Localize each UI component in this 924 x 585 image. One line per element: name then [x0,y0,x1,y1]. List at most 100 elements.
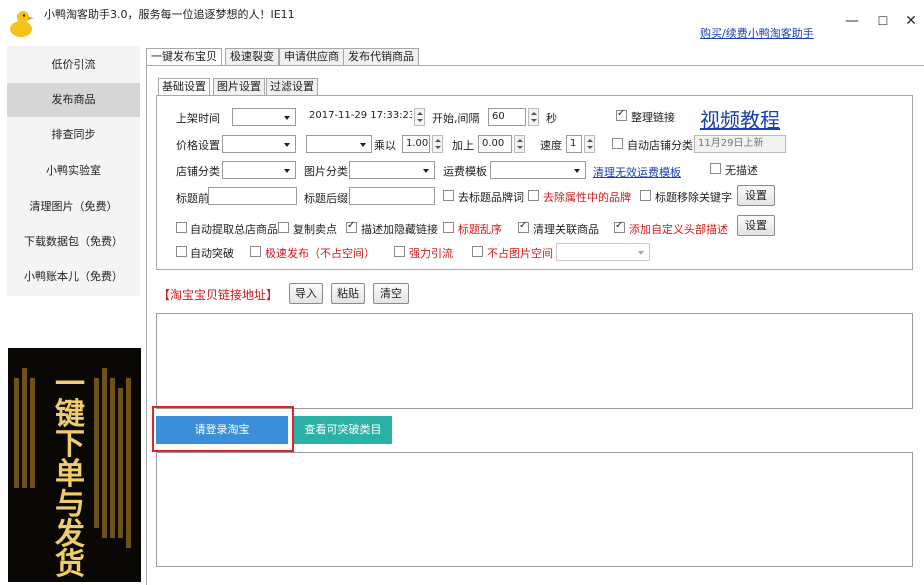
custom-header-desc-label: 添加自定义头部描述 [629,223,728,236]
list-time-label: 上架时间 [176,112,220,125]
clean-related-checkbox[interactable] [518,220,529,233]
remove-brand-attr-checkbox[interactable] [528,190,539,201]
price-mode-select[interactable] [306,135,372,153]
paste-button[interactable]: 粘贴 [331,283,365,304]
buy-renew-link[interactable]: 购买/续费小鸭淘客助手 [700,25,814,41]
organize-links-checkbox[interactable] [616,108,627,121]
taobao-url-textarea[interactable] [156,313,913,409]
speed-label: 速度 [540,139,562,152]
datetime-spinner[interactable] [414,108,425,126]
maximize-button[interactable]: ☐ [871,10,895,32]
banner-char: 一 [55,367,85,402]
sidebar-item-check-sync[interactable]: 排查同步 [7,118,140,152]
sidebar-item-download-data[interactable]: 下载数据包（免费） [7,225,140,259]
remove-brand-words-checkbox[interactable] [443,190,454,201]
banner-char: 发 [55,517,85,552]
shipping-template-label: 运费模板 [443,165,487,178]
banner-char: 货 [55,547,85,582]
auto-breakthrough-checkbox[interactable] [176,246,187,257]
auto-store-category-label: 自动店铺分类 [627,139,693,152]
tab-publish-dropship[interactable]: 发布代销商品 [343,48,419,66]
duck-logo-icon [10,11,34,37]
tab-image-settings[interactable]: 图片设置 [213,78,265,95]
import-button[interactable]: 导入 [289,283,323,304]
remove-brand-attr-label: 去除属性中的品牌 [543,191,631,204]
title-suffix-label: 标题后缀 [304,192,348,205]
title-suffix-field[interactable] [349,187,435,205]
close-button[interactable]: ✕ [899,10,923,32]
banner-char: 键 [55,397,85,432]
title-remove-keywords-label: 标题移除关键字 [655,191,732,204]
view-categories-button[interactable]: 查看可突破类目 [294,416,392,444]
organize-links-label: 整理链接 [631,111,675,124]
header-desc-settings-button[interactable]: 设置 [737,215,775,236]
add-spinner[interactable] [514,135,525,153]
banner-char: 下 [55,427,85,462]
shipping-template-select[interactable] [490,161,586,179]
image-category-label: 图片分类 [304,165,348,178]
clean-shipping-template-link[interactable]: 清理无效运费模板 [593,164,681,180]
auto-store-category-checkbox[interactable] [612,138,623,149]
banner-headline: 一 键 下 单 与 发 货 [50,370,90,580]
highlight-box [152,406,294,452]
fast-publish-checkbox[interactable] [250,246,261,257]
image-space-select [556,243,650,261]
speed-spinner[interactable] [584,135,595,153]
taobao-url-label: 【淘宝宝贝链接地址】 [158,288,279,302]
clear-button[interactable]: 清空 [373,283,409,304]
add-field[interactable]: 0.00 [478,135,512,153]
datetime-field[interactable]: 2017-11-29 17:33:23 [306,108,412,126]
interval-spinner[interactable] [528,108,539,126]
video-tutorial-link[interactable]: 视频教程 [700,104,780,133]
description-hidden-link-label: 描述加隐藏链接 [361,223,438,236]
auto-breakthrough-label: 自动突破 [190,247,234,260]
multiply-spinner[interactable] [432,135,443,153]
title-prefix-field[interactable] [208,187,297,205]
copy-selling-points-label: 复制卖点 [293,223,337,236]
fast-publish-label: 极速发布（不占空间） [265,247,375,260]
auto-store-category-field: 11月29日上新 [694,135,786,153]
description-hidden-link-checkbox[interactable] [346,220,357,233]
window-title: 小鸭淘客助手3.0，服务每一位追逐梦想的人！IE11 [44,8,295,21]
sidebar-item-clean-images[interactable]: 清理图片（免费） [7,190,140,224]
price-setting-label: 价格设置 [176,139,220,152]
multiply-label: 乘以 [374,139,396,152]
tab-apply-supplier[interactable]: 申请供应商 [279,48,344,66]
no-description-label: 无描述 [725,164,758,177]
auto-extract-checkbox[interactable] [176,222,187,233]
image-category-select[interactable] [349,161,435,179]
remove-brand-words-label: 去标题品牌词 [458,191,524,204]
no-description-checkbox[interactable] [710,163,721,174]
sidebar-item-low-price-traffic[interactable]: 低价引流 [7,48,140,82]
tab-filter-settings[interactable]: 过滤设置 [266,78,318,95]
minimize-button[interactable]: — [840,10,864,32]
title-remove-keywords-checkbox[interactable] [640,190,651,201]
price-setting-select[interactable] [222,135,296,153]
speed-field[interactable]: 1 [566,135,582,153]
title-shuffle-checkbox[interactable] [443,222,454,233]
banner-char: 单 [55,457,85,492]
store-category-label: 店铺分类 [176,165,220,178]
copy-selling-points-checkbox[interactable] [278,222,289,233]
interval-field[interactable]: 60 [488,108,526,126]
multiply-field[interactable]: 1.00 [402,135,430,153]
clean-related-label: 清理关联商品 [533,223,599,236]
strong-traffic-checkbox[interactable] [394,246,405,257]
promo-banner: 一 键 下 单 与 发 货 [8,348,141,582]
sidebar-item-ledger[interactable]: 小鸭账本儿（免费） [7,260,140,294]
sidebar-item-publish-products[interactable]: 发布商品 [7,83,140,117]
no-image-space-label: 不占图片空间 [487,247,553,260]
sidebar-item-lab[interactable]: 小鸭实验室 [7,154,140,188]
tab-fast-fission[interactable]: 极速裂变 [225,48,279,66]
no-image-space-checkbox[interactable] [472,246,483,257]
sidebar: 低价引流 发布商品 排查同步 小鸭实验室 清理图片（免费） 下载数据包（免费） … [7,46,140,296]
banner-char: 与 [55,487,85,522]
keyword-settings-button[interactable]: 设置 [737,185,775,206]
tab-basic-settings[interactable]: 基础设置 [158,78,210,96]
custom-header-desc-checkbox[interactable] [614,220,625,233]
list-time-select[interactable] [232,108,296,126]
title-shuffle-label: 标题乱序 [458,223,502,236]
log-output-area [156,452,913,567]
title-bar: 小鸭淘客助手3.0，服务每一位追逐梦想的人！IE11 购买/续费小鸭淘客助手 —… [0,0,924,44]
store-category-select[interactable] [222,161,296,179]
